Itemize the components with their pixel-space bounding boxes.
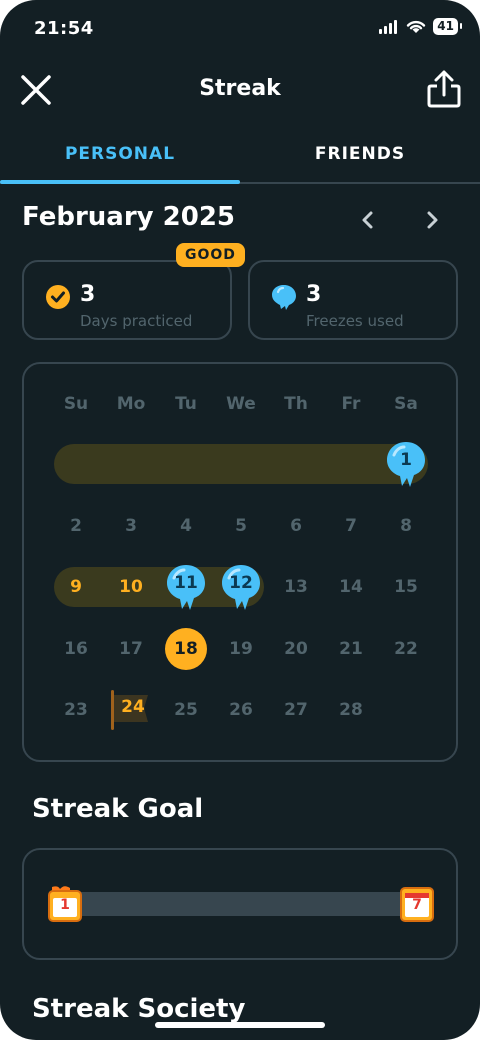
goal-end-marker: 7 [398, 884, 436, 924]
days-practiced-value: 3 [80, 282, 96, 307]
calendar-day-3[interactable]: 3 [111, 506, 151, 546]
share-button[interactable] [424, 68, 464, 110]
calendar-day-5[interactable]: 5 [221, 506, 261, 546]
streak-goal-title: Streak Goal [32, 794, 204, 824]
streak-society-title: Streak Society [32, 994, 246, 1024]
calendar-day-14[interactable]: 14 [331, 567, 371, 607]
calendar-day-number: 12 [229, 573, 253, 593]
page-title: Streak [199, 76, 281, 101]
status-icons: 41 [379, 18, 462, 35]
calendar-day-20[interactable]: 20 [276, 629, 316, 669]
calendar-day-2[interactable]: 2 [56, 506, 96, 546]
weekday-label: Fr [341, 394, 361, 414]
calendar-day-12[interactable]: 12 [220, 563, 262, 615]
calendar-day-23[interactable]: 23 [56, 690, 96, 730]
checkmark-icon [46, 285, 70, 309]
freeze-icon [272, 285, 296, 310]
chevron-left-icon [362, 211, 373, 229]
calendar-day-13[interactable]: 13 [276, 567, 316, 607]
month-calendar: Su Mo Tu We Th Fr Sa 1 2 3 4 5 6 7 8 9 1… [22, 362, 458, 762]
streak-goal-card[interactable]: 1 7 [22, 848, 458, 960]
weekday-label: Mo [116, 394, 146, 414]
tab-bar: PERSONAL FRIENDS [0, 130, 480, 184]
goal-end-day: 7 [412, 897, 422, 913]
chevron-right-icon [427, 211, 438, 229]
calendar-day-9[interactable]: 9 [56, 567, 96, 607]
tab-friends[interactable]: FRIENDS [240, 144, 480, 164]
freezes-used-value: 3 [306, 282, 322, 307]
weekday-label: Su [63, 394, 89, 414]
weekday-label: We [226, 394, 256, 414]
calendar-day-number: 24 [121, 697, 145, 717]
calendar-day-22[interactable]: 22 [386, 629, 426, 669]
goal-start-marker: 1 [46, 884, 84, 924]
calendar-day-1[interactable]: 1 [385, 440, 427, 492]
calendar-day-21[interactable]: 21 [331, 629, 371, 669]
calendar-day-7[interactable]: 7 [331, 506, 371, 546]
calendar-day-4[interactable]: 4 [166, 506, 206, 546]
calendar-day-26[interactable]: 26 [221, 690, 261, 730]
tab-personal[interactable]: PERSONAL [0, 144, 240, 164]
share-icon [427, 70, 461, 108]
calendar-day-8[interactable]: 8 [386, 506, 426, 546]
days-practiced-label: Days practiced [80, 312, 193, 330]
freezes-used-label: Freezes used [306, 312, 404, 330]
status-bar: 21:54 41 [0, 0, 480, 56]
calendar-day-15[interactable]: 15 [386, 567, 426, 607]
status-time: 21:54 [34, 18, 94, 39]
home-indicator[interactable] [155, 1022, 325, 1028]
calendar-day-11[interactable]: 11 [165, 563, 207, 615]
calendar-day-number: 11 [174, 573, 198, 593]
goal-start-day: 1 [60, 897, 70, 913]
days-practiced-card: 3 Days practiced [22, 260, 232, 340]
calendar-day-number: 1 [400, 450, 412, 470]
active-tab-indicator [0, 180, 240, 184]
calendar-day-17[interactable]: 17 [111, 629, 151, 669]
freezes-used-card: 3 Freezes used [248, 260, 458, 340]
calendar-day-25[interactable]: 25 [166, 690, 206, 730]
previous-month-button[interactable] [354, 206, 382, 234]
next-month-button[interactable] [418, 206, 446, 234]
calendar-day-28[interactable]: 28 [331, 690, 371, 730]
weekday-label: Tu [175, 394, 197, 414]
calendar-day-18[interactable]: 18 [165, 628, 207, 670]
calendar-day-27[interactable]: 27 [276, 690, 316, 730]
weekday-label: Th [284, 394, 308, 414]
header: Streak [0, 60, 480, 120]
month-title: February 2025 [22, 202, 236, 232]
weekday-label: Sa [394, 394, 418, 414]
battery-indicator: 41 [433, 18, 462, 35]
wifi-icon [407, 20, 426, 33]
calendar-day-16[interactable]: 16 [56, 629, 96, 669]
calendar-day-24[interactable]: 24 [108, 688, 152, 732]
streak-band [54, 444, 428, 484]
calendar-day-19[interactable]: 19 [221, 629, 261, 669]
streak-goal-progress-track [80, 892, 400, 916]
calendar-day-10[interactable]: 10 [111, 567, 151, 607]
rating-badge: GOOD [176, 243, 245, 267]
cellular-signal-icon [379, 19, 398, 34]
calendar-day-6[interactable]: 6 [276, 506, 316, 546]
month-row: February 2025 [22, 200, 458, 240]
streak-screen: 21:54 41 Streak PERSONAL FRIENDS Februar… [0, 0, 480, 1040]
